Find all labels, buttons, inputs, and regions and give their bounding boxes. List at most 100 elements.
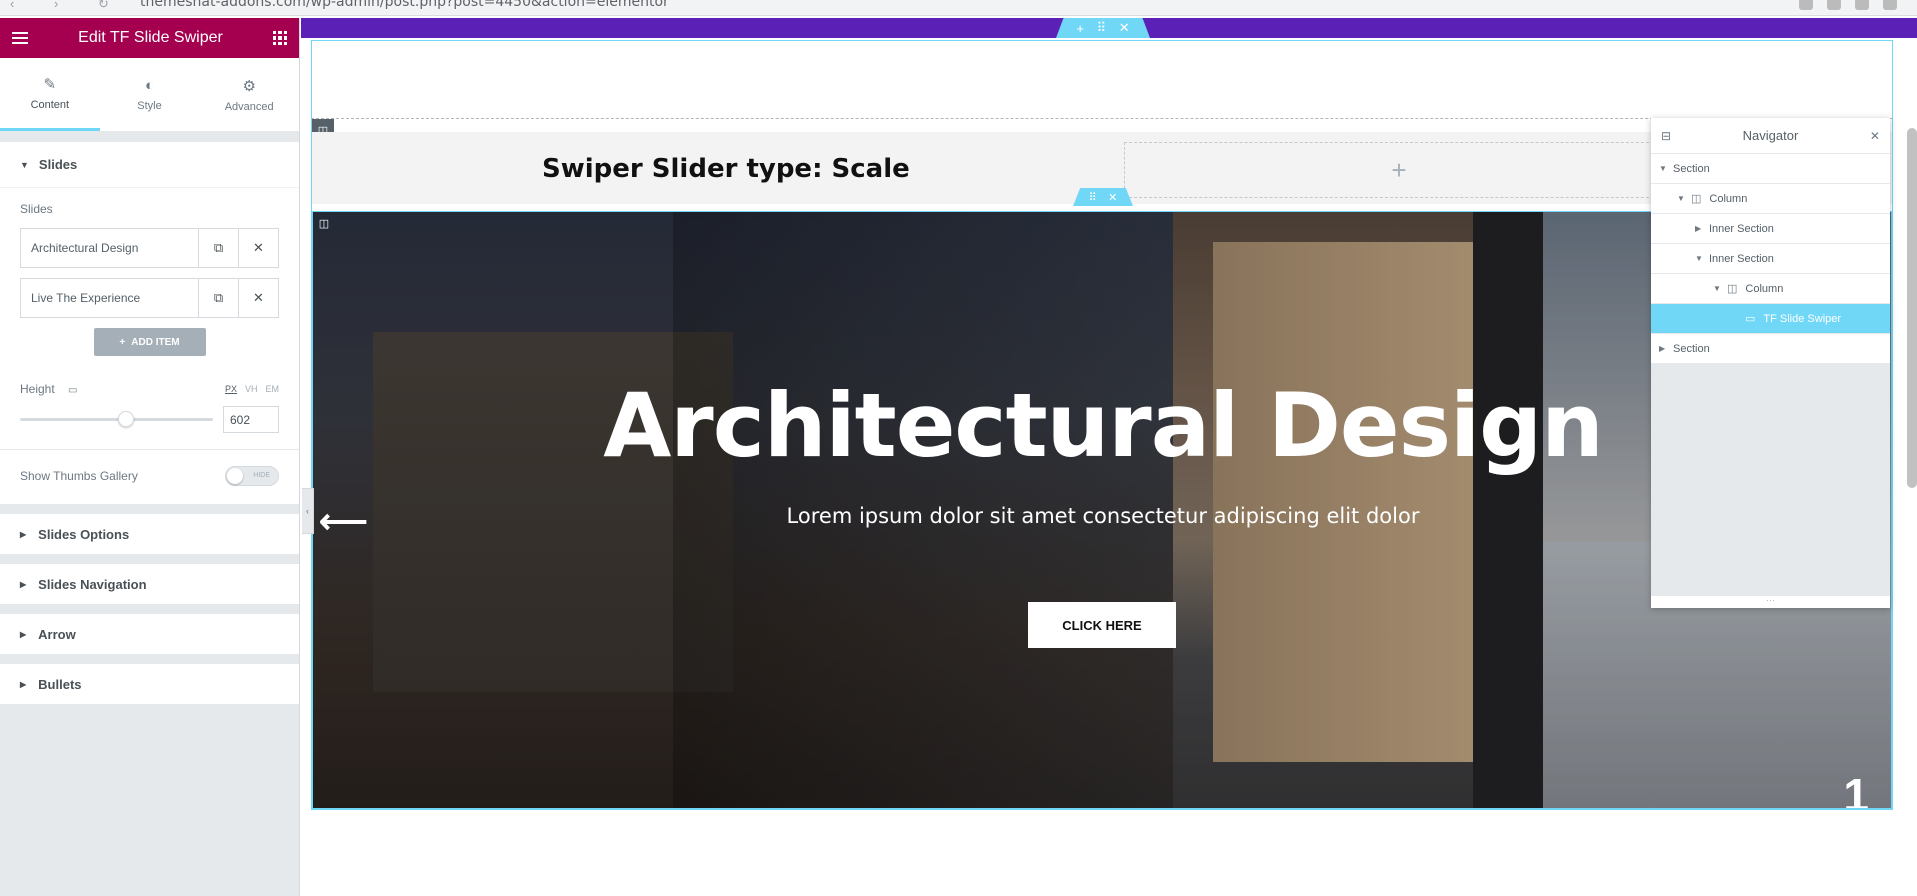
tab-content[interactable]: ✎ Content (0, 58, 100, 131)
plus-icon: + (119, 336, 126, 348)
extension-icon[interactable] (1883, 0, 1897, 10)
inner-section-handle: ⠿ ✕ (1073, 188, 1133, 206)
add-item-label: ADD ITEM (131, 336, 180, 348)
caret-down-icon[interactable]: ▼ (1695, 254, 1709, 263)
caret-down-icon[interactable]: ▼ (1659, 164, 1673, 173)
navigator-item-label: Column (1745, 282, 1784, 295)
section-slides-options[interactable]: ▶ Slides Options (0, 514, 299, 554)
height-label: Height (20, 382, 55, 396)
slides-section: ▼ Slides Slides Architectural Design ⧉ ✕… (0, 142, 299, 504)
slides-section-toggle[interactable]: ▼ Slides (0, 142, 299, 188)
thumbs-gallery-control: Show Thumbs Gallery HIDE (20, 466, 279, 494)
caret-right-icon[interactable]: ▶ (1695, 224, 1709, 233)
slide-cta-button[interactable]: CLICK HERE (1028, 602, 1176, 648)
navigator-item-label: Inner Section (1709, 222, 1774, 235)
navigator-header: ⊟ Navigator ✕ (1651, 118, 1890, 154)
navigator-title: Navigator (1742, 128, 1799, 143)
drag-handle-icon[interactable]: ⠿ (1089, 191, 1097, 204)
close-icon[interactable]: ✕ (238, 279, 278, 317)
divider (0, 449, 299, 450)
extension-icon[interactable] (1799, 0, 1813, 10)
add-item-button[interactable]: + ADD ITEM (93, 328, 206, 356)
browser-toolbar: ‹ › ↻ themeshat-addons.com/wp-admin/post… (0, 0, 1917, 16)
widgets-grid-icon[interactable] (273, 31, 287, 45)
repeater-item-title[interactable]: Live The Experience (21, 279, 198, 317)
navigator-item[interactable]: ▼ ◫ Column (1651, 274, 1890, 304)
caret-down-icon[interactable]: ▼ (1677, 194, 1691, 203)
section-heading: Slides (38, 157, 78, 172)
browser-nav-buttons[interactable]: ‹ › ↻ (10, 0, 127, 12)
height-slider[interactable] (20, 411, 213, 427)
height-control: Height ▭ PX VH EM (20, 382, 279, 396)
height-input[interactable]: 602 (223, 406, 279, 433)
navigator-item[interactable]: ▼ Inner Section (1651, 244, 1890, 274)
gear-icon: ⚙ (242, 77, 256, 95)
collapse-panel-button[interactable]: ‹ (302, 488, 314, 534)
navigator-item-label: Section (1673, 342, 1710, 355)
navigator-item[interactable]: ▼ ◫ Column (1651, 184, 1890, 214)
elementor-panel: Edit TF Slide Swiper ✎ Content ◐ Style ⚙… (0, 18, 300, 896)
repeater-item: Architectural Design ⧉ ✕ (20, 228, 279, 268)
navigator-item[interactable]: ▼ Section (1651, 154, 1890, 184)
desktop-icon[interactable]: ▭ (68, 385, 77, 396)
address-bar[interactable]: themeshat-addons.com/wp-admin/post.php?p… (140, 0, 669, 10)
caret-right-icon: ▶ (20, 629, 27, 639)
section-heading: Slides Navigation (38, 576, 147, 592)
panel-header: Edit TF Slide Swiper (0, 18, 299, 58)
caret-right-icon[interactable]: ▶ (1659, 344, 1673, 353)
duplicate-icon[interactable]: ⧉ (198, 229, 238, 267)
panel-title: Edit TF Slide Swiper (78, 29, 223, 46)
navigator-item-label: Column (1709, 192, 1748, 205)
thumbs-gallery-label: Show Thumbs Gallery (20, 469, 138, 483)
canvas-scrollbar[interactable] (1907, 128, 1917, 488)
caret-right-icon: ▶ (20, 579, 27, 589)
caret-right-icon: ▶ (20, 679, 27, 689)
pencil-icon: ✎ (43, 76, 57, 93)
unit-px[interactable]: PX (225, 384, 237, 394)
add-section-icon[interactable]: + (1076, 21, 1084, 36)
slider-handle[interactable] (118, 411, 135, 427)
edit-column-icon[interactable]: ◫ (313, 212, 335, 234)
half-circle-icon: ◐ (144, 77, 155, 94)
navigator-item-label: Section (1673, 162, 1710, 175)
delete-section-icon[interactable]: ✕ (1119, 20, 1130, 36)
navigator-item[interactable]: ▶ Inner Section (1651, 214, 1890, 244)
page-heading: Swiper Slider type: Scale (542, 154, 910, 184)
slide-page-number: 1 (1843, 769, 1869, 809)
section-handle: + ⠿ ✕ (1056, 18, 1150, 38)
browser-extensions (1799, 0, 1897, 10)
caret-down-icon[interactable]: ▼ (1713, 284, 1727, 293)
close-icon[interactable]: ✕ (1870, 129, 1880, 143)
extension-icon[interactable] (1827, 0, 1841, 10)
thumbs-gallery-toggle[interactable]: HIDE (225, 466, 279, 486)
close-icon[interactable]: ✕ (238, 229, 278, 267)
delete-section-icon[interactable]: ✕ (1108, 191, 1117, 204)
unit-em[interactable]: EM (266, 384, 280, 394)
section-heading: Arrow (38, 626, 76, 642)
tab-style[interactable]: ◐ Style (100, 58, 200, 131)
slider-widget-icon: ▭ (1745, 313, 1756, 325)
slides-label: Slides (20, 202, 53, 216)
section-slides-navigation[interactable]: ▶ Slides Navigation (0, 564, 299, 604)
column-icon: ◫ (1691, 193, 1702, 205)
duplicate-icon[interactable]: ⧉ (198, 279, 238, 317)
collapse-all-icon[interactable]: ⊟ (1661, 129, 1671, 143)
section-bullets[interactable]: ▶ Bullets (0, 664, 299, 704)
caret-down-icon: ▼ (20, 159, 29, 170)
add-widget-placeholder[interactable]: + (1124, 142, 1674, 198)
navigator-item-label: TF Slide Swiper (1763, 312, 1842, 325)
caret-right-icon: ▶ (20, 529, 27, 539)
section-arrow[interactable]: ▶ Arrow (0, 614, 299, 654)
repeater-item-title[interactable]: Architectural Design (21, 229, 198, 267)
toggle-knob (227, 468, 243, 484)
tab-advanced[interactable]: ⚙ Advanced (199, 58, 299, 131)
repeater-item: Live The Experience ⧉ ✕ (20, 278, 279, 318)
unit-vh[interactable]: VH (245, 384, 258, 394)
column-icon: ◫ (1727, 283, 1738, 295)
navigator-item[interactable]: ▶ Section (1651, 334, 1890, 364)
menu-icon[interactable] (12, 32, 28, 44)
drag-handle-icon[interactable]: ⠿ (1097, 20, 1107, 36)
extension-icon[interactable] (1855, 0, 1869, 10)
navigator-item[interactable]: ▭ TF Slide Swiper (1651, 304, 1890, 334)
resize-handle[interactable]: ··· (1651, 596, 1890, 608)
